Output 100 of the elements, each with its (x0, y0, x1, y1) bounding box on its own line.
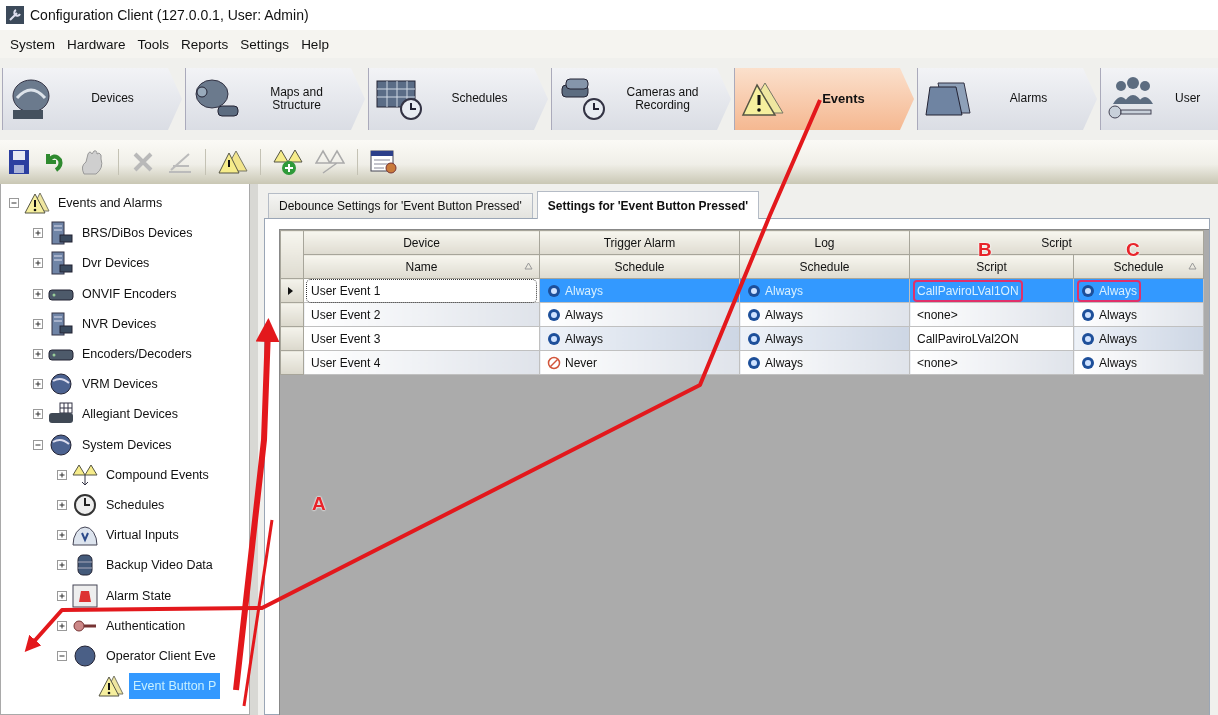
schedule-icon (1081, 355, 1095, 370)
expand-icon[interactable] (33, 409, 43, 420)
expand-icon[interactable] (57, 560, 67, 571)
table-cell[interactable]: Always (1073, 350, 1204, 375)
schedule-icon (1081, 331, 1095, 346)
tree-item[interactable]: Authentication (103, 616, 189, 635)
dome-icon (72, 523, 98, 548)
expand-icon[interactable] (33, 288, 43, 299)
tree-item[interactable]: System Devices (79, 435, 175, 454)
schedule-icon (747, 307, 761, 322)
row-header[interactable] (280, 278, 304, 303)
table-settings-icon[interactable] (370, 149, 398, 175)
expand-icon[interactable] (33, 258, 43, 269)
cell-text: User Event 3 (311, 331, 381, 346)
camera-clock-icon (558, 77, 606, 121)
circle-icon (72, 643, 98, 668)
expand-icon[interactable] (33, 318, 43, 329)
tree-item[interactable]: Alarm State (103, 586, 175, 605)
window-title: Configuration Client (127.0.0.1, User: Admin) (30, 7, 309, 23)
schedule-icon (747, 355, 761, 370)
tree-item[interactable]: Compound Events (103, 465, 212, 484)
table-cell[interactable]: Always (1073, 302, 1204, 327)
expand-icon[interactable] (33, 228, 43, 239)
add-event-icon[interactable] (273, 148, 303, 176)
menu-item[interactable]: Tools (131, 34, 176, 54)
menu-item[interactable]: Reports (175, 34, 235, 54)
warning-icon (24, 191, 50, 216)
tree-item[interactable]: Virtual Inputs (103, 526, 182, 545)
cell-text: Always (1099, 355, 1137, 370)
collapse-icon[interactable] (9, 198, 19, 209)
table-cell[interactable]: User Event 3 (303, 326, 540, 351)
nav-tab[interactable]: Maps and Structure (185, 68, 365, 130)
menu-item[interactable]: Hardware (61, 34, 132, 54)
cell-text: CallPaviroLVal1ON (917, 283, 1019, 298)
menu-item[interactable]: Help (295, 34, 335, 54)
table-cell[interactable]: User Event 2 (303, 302, 540, 327)
cell-text: User Event 4 (311, 355, 381, 370)
column-group-header: Device (303, 230, 540, 255)
table-cell[interactable]: User Event 1 (303, 278, 540, 303)
tree-item[interactable]: Dvr Devices (79, 254, 153, 273)
tree-item[interactable]: ONVIF Encoders (79, 284, 180, 303)
table-cell[interactable]: CallPaviroLVal2ON (909, 326, 1074, 351)
menu-item[interactable]: System (4, 34, 61, 54)
tree-item[interactable]: NVR Devices (79, 314, 160, 333)
column-header[interactable]: Name (303, 254, 540, 279)
expand-icon[interactable] (57, 469, 67, 480)
warning-icon[interactable] (218, 149, 248, 175)
tree-item[interactable]: BRS/DiBos Devices (79, 224, 196, 243)
tree-item[interactable]: VRM Devices (79, 375, 161, 394)
expand-icon[interactable] (57, 530, 67, 541)
table-cell[interactable]: <none> (909, 302, 1074, 327)
event-pair-icon (72, 462, 98, 487)
column-header[interactable]: Schedule (539, 254, 740, 279)
tab[interactable]: Debounce Settings for 'Event Button Pressed' (268, 193, 533, 218)
expand-icon[interactable] (57, 620, 67, 631)
corner-header (280, 230, 304, 279)
tree-item[interactable]: Backup Video Data (103, 556, 216, 575)
table-cell[interactable]: Always (739, 326, 910, 351)
column-group-header: Log (739, 230, 910, 255)
annotation-label: A (312, 494, 326, 513)
table-cell[interactable]: Always (739, 350, 910, 375)
expand-icon[interactable] (33, 349, 43, 360)
cell-text: Always (1099, 307, 1137, 322)
nav-tab[interactable]: Devices (2, 68, 182, 130)
cell-text: Always (565, 307, 603, 322)
tab[interactable]: Settings for 'Event Button Pressed' (536, 191, 760, 219)
nav-tab[interactable]: Cameras and Recording (551, 68, 731, 130)
cell-text: Always (765, 283, 803, 298)
tree-item[interactable]: Allegiant Devices (79, 405, 181, 424)
tree-item[interactable]: Operator Client Eve (103, 646, 219, 665)
collapse-icon[interactable] (57, 650, 67, 661)
cell-text: CallPaviroLVal2ON (917, 331, 1019, 346)
table-cell[interactable]: Always (739, 302, 910, 327)
tree-item[interactable]: Schedules (103, 495, 168, 514)
cell-text: User Event 1 (311, 283, 381, 298)
table-cell[interactable]: Always (1073, 326, 1204, 351)
server-icon (48, 221, 74, 246)
cell-text: Always (765, 331, 803, 346)
table-cell[interactable]: User Event 4 (303, 350, 540, 375)
calendar-clock-icon (375, 77, 423, 121)
splitter[interactable] (250, 184, 258, 715)
globe-icon (48, 432, 74, 457)
nav-tab[interactable]: Alarms (917, 68, 1097, 130)
expand-icon[interactable] (57, 499, 67, 510)
collapse-icon[interactable] (33, 439, 43, 450)
tree-item[interactable]: Events and Alarms (55, 194, 166, 213)
server-icon (48, 311, 74, 336)
tree-item[interactable]: Encoders/Decoders (79, 345, 195, 364)
cell-text: Always (765, 355, 803, 370)
save-icon[interactable] (8, 149, 30, 175)
schedule-icon (747, 283, 761, 298)
schedule-icon (1081, 283, 1095, 298)
nav-tab[interactable]: Schedules (368, 68, 548, 130)
table-cell[interactable]: <none> (909, 350, 1074, 375)
nav-tab[interactable]: Events (734, 68, 914, 130)
expand-icon[interactable] (57, 590, 67, 601)
expand-icon[interactable] (33, 379, 43, 390)
warning-icon (98, 674, 124, 699)
menu-item[interactable]: Settings (234, 34, 296, 54)
nav-tab[interactable]: User (1100, 68, 1218, 130)
